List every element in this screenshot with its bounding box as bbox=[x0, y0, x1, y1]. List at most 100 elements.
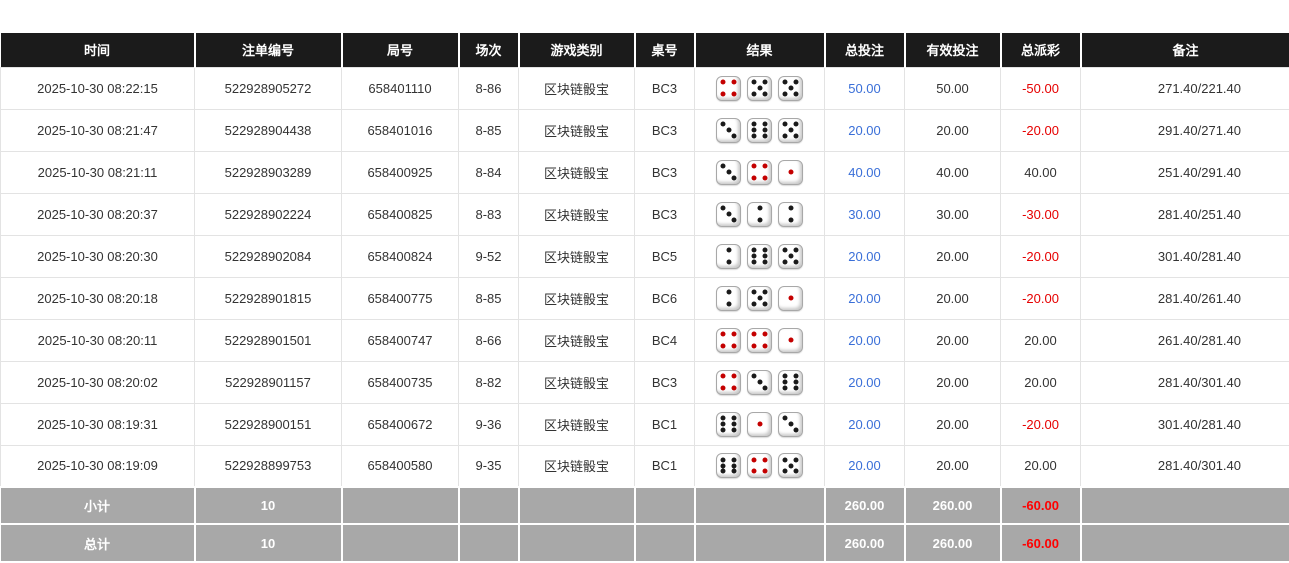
cell-remark: 301.40/281.40 bbox=[1081, 235, 1289, 277]
cell-table-no: BC3 bbox=[635, 361, 695, 403]
cell-result bbox=[695, 361, 825, 403]
die-pip bbox=[720, 164, 725, 169]
die-1-icon bbox=[747, 412, 772, 437]
cell-total-payout: 40.00 bbox=[1001, 151, 1081, 193]
cell-table-no: BC6 bbox=[635, 277, 695, 319]
die-pip bbox=[763, 259, 768, 264]
die-pip bbox=[782, 416, 787, 421]
die-pip bbox=[794, 91, 799, 96]
cell-total-bet: 20.00 bbox=[825, 277, 905, 319]
cell-time: 2025-10-30 08:20:11 bbox=[1, 319, 195, 361]
cell-valid-bet: 20.00 bbox=[905, 403, 1001, 445]
cell-table-no: BC5 bbox=[635, 235, 695, 277]
cell-remark: 251.40/291.40 bbox=[1081, 151, 1289, 193]
table-body: 2025-10-30 08:22:15522928905272658401110… bbox=[1, 67, 1289, 487]
cell-total-payout: -20.00 bbox=[1001, 277, 1081, 319]
die-1-icon bbox=[778, 328, 803, 353]
die-pip bbox=[751, 91, 756, 96]
cell-total-bet: 50.00 bbox=[825, 67, 905, 109]
table-row: 2025-10-30 08:19:31522928900151658400672… bbox=[1, 403, 1289, 445]
total-bet-link[interactable]: 20.00 bbox=[848, 417, 881, 432]
die-pip bbox=[794, 122, 799, 127]
summary-empty-round bbox=[342, 487, 459, 524]
cell-time: 2025-10-30 08:20:37 bbox=[1, 193, 195, 235]
cell-valid-bet: 20.00 bbox=[905, 445, 1001, 487]
die-pip bbox=[782, 380, 787, 385]
die-pip bbox=[732, 332, 737, 337]
die-pip bbox=[732, 427, 737, 432]
summary-empty-result bbox=[695, 487, 825, 524]
cell-total-payout: -20.00 bbox=[1001, 403, 1081, 445]
cell-bet-id: 522928901157 bbox=[195, 361, 342, 403]
cell-time: 2025-10-30 08:20:18 bbox=[1, 277, 195, 319]
die-pip bbox=[720, 422, 725, 427]
cell-total-payout: -50.00 bbox=[1001, 67, 1081, 109]
summary-valid-bet: 260.00 bbox=[905, 487, 1001, 524]
die-pip bbox=[732, 458, 737, 463]
die-4-icon bbox=[716, 370, 741, 395]
cell-total-bet: 20.00 bbox=[825, 235, 905, 277]
total-bet-link[interactable]: 20.00 bbox=[848, 333, 881, 348]
cell-session: 9-35 bbox=[459, 445, 519, 487]
cell-total-bet: 20.00 bbox=[825, 445, 905, 487]
die-pip bbox=[757, 380, 762, 385]
die-pip bbox=[782, 458, 787, 463]
die-1-icon bbox=[778, 160, 803, 185]
summary-empty-game bbox=[519, 487, 635, 524]
die-pip bbox=[732, 343, 737, 348]
dice-result bbox=[697, 453, 822, 478]
cell-remark: 301.40/281.40 bbox=[1081, 403, 1289, 445]
die-pip bbox=[720, 374, 725, 379]
die-6-icon bbox=[716, 412, 741, 437]
table-row: 2025-10-30 08:20:11522928901501658400747… bbox=[1, 319, 1289, 361]
die-pip bbox=[732, 91, 737, 96]
die-pip bbox=[763, 175, 768, 180]
total-bet-link[interactable]: 20.00 bbox=[848, 375, 881, 390]
die-pip bbox=[751, 128, 756, 133]
cell-valid-bet: 20.00 bbox=[905, 235, 1001, 277]
cell-remark: 271.40/221.40 bbox=[1081, 67, 1289, 109]
die-3-icon bbox=[716, 118, 741, 143]
table-row: 2025-10-30 08:21:47522928904438658401016… bbox=[1, 109, 1289, 151]
die-pip bbox=[763, 385, 768, 390]
die-pip bbox=[782, 374, 787, 379]
cell-time: 2025-10-30 08:21:11 bbox=[1, 151, 195, 193]
cell-total-bet: 20.00 bbox=[825, 319, 905, 361]
die-pip bbox=[720, 343, 725, 348]
total-bet-link[interactable]: 40.00 bbox=[848, 165, 881, 180]
die-pip bbox=[720, 385, 725, 390]
total-bet-link[interactable]: 20.00 bbox=[848, 249, 881, 264]
die-pip bbox=[720, 332, 725, 337]
total-bet-link[interactable]: 20.00 bbox=[848, 458, 881, 473]
total-bet-link[interactable]: 20.00 bbox=[848, 123, 881, 138]
die-4-icon bbox=[716, 76, 741, 101]
die-pip bbox=[763, 133, 768, 138]
cell-bet-id: 522928901501 bbox=[195, 319, 342, 361]
die-pip bbox=[720, 463, 725, 468]
die-pip bbox=[726, 290, 731, 295]
dice-result bbox=[697, 286, 822, 311]
die-pip bbox=[794, 427, 799, 432]
cell-time: 2025-10-30 08:20:02 bbox=[1, 361, 195, 403]
die-pip bbox=[788, 217, 793, 222]
die-pip bbox=[720, 91, 725, 96]
cell-round-id: 658400580 bbox=[342, 445, 459, 487]
die-pip bbox=[788, 296, 793, 301]
summary-label: 小计 bbox=[1, 487, 195, 524]
table-row: 2025-10-30 08:20:37522928902224658400825… bbox=[1, 193, 1289, 235]
total-bet-link[interactable]: 20.00 bbox=[848, 291, 881, 306]
column-header-game_type: 游戏类别 bbox=[519, 33, 635, 67]
cell-valid-bet: 20.00 bbox=[905, 319, 1001, 361]
total-bet-link[interactable]: 30.00 bbox=[848, 207, 881, 222]
die-pip bbox=[788, 338, 793, 343]
total-bet-link[interactable]: 50.00 bbox=[848, 81, 881, 96]
cell-total-payout: -30.00 bbox=[1001, 193, 1081, 235]
die-pip bbox=[720, 427, 725, 432]
cell-total-bet: 30.00 bbox=[825, 193, 905, 235]
cell-total-payout: 20.00 bbox=[1001, 445, 1081, 487]
column-header-time: 时间 bbox=[1, 33, 195, 67]
die-pip bbox=[794, 259, 799, 264]
die-pip bbox=[757, 296, 762, 301]
cell-bet-id: 522928904438 bbox=[195, 109, 342, 151]
die-pip bbox=[726, 212, 731, 217]
